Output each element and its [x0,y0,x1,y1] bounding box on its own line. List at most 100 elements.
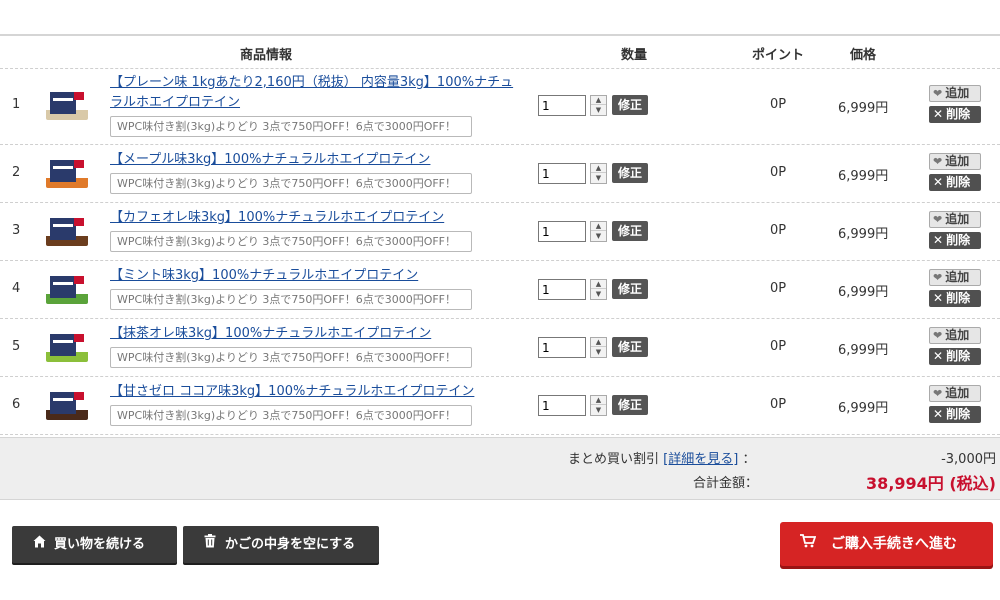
close-icon: ✕ [933,407,944,421]
product-title-link[interactable]: 【抹茶オレ味3kg】100%ナチュラルホエイプロテイン [110,324,530,344]
product-thumbnail [46,90,88,120]
table-header: 商品情報 数量 ポイント 価格 [0,36,1000,69]
details-link[interactable]: [詳細を見る] [663,452,738,467]
quantity-input[interactable] [538,337,586,358]
continue-shopping-button[interactable]: 買い物を続ける [12,526,177,563]
increment-icon[interactable]: ▲ [591,280,606,289]
add-to-favorites-button[interactable]: ❤ 追加 [929,85,981,102]
item-points: 0P [770,281,787,296]
increment-icon[interactable]: ▲ [591,164,606,173]
item-price: 6,999円 [838,169,889,184]
item-price: 6,999円 [838,227,889,242]
add-to-favorites-button[interactable]: ❤ 追加 [929,385,981,402]
home-icon [32,526,46,563]
discount-label: まとめ買い割引 [詳細を見る] ： [568,452,756,467]
decrement-icon[interactable]: ▼ [591,174,606,183]
heart-icon: ❤ [933,387,943,400]
product-title-link[interactable]: 【甘さゼロ ココア味3kg】100%ナチュラルホエイプロテイン [110,382,530,402]
promo-note: WPC味付き割(3kg)よりどり 3点で750円OFF！6点で3000円OFF！ [110,289,472,310]
update-quantity-button[interactable]: 修正 [612,395,648,415]
trash-icon [203,526,217,563]
row-number: 4 [12,281,21,296]
close-icon: ✕ [933,107,944,121]
decrement-icon[interactable]: ▼ [591,106,606,115]
cart-row: 2 【メープル味3kg】100%ナチュラルホエイプロテイン WPC味付き割(3k… [0,145,1000,203]
quantity-stepper[interactable]: ▲ ▼ [590,163,607,184]
promo-note: WPC味付き割(3kg)よりどり 3点で750円OFF！6点で3000円OFF！ [110,173,472,194]
decrement-icon[interactable]: ▼ [591,406,606,415]
quantity-stepper[interactable]: ▲ ▼ [590,279,607,300]
delete-item-button[interactable]: ✕ 削除 [929,106,981,123]
increment-icon[interactable]: ▲ [591,222,606,231]
product-thumbnail [46,158,88,188]
quantity-input[interactable] [538,95,586,116]
heart-icon: ❤ [933,329,943,342]
item-points: 0P [770,339,787,354]
cart-row: 5 【抹茶オレ味3kg】100%ナチュラルホエイプロテイン WPC味付き割(3k… [0,319,1000,377]
increment-icon[interactable]: ▲ [591,396,606,405]
update-quantity-button[interactable]: 修正 [612,163,648,183]
quantity-input[interactable] [538,279,586,300]
cart-row: 4 【ミント味3kg】100%ナチュラルホエイプロテイン WPC味付き割(3kg… [0,261,1000,319]
checkout-button[interactable]: ご購入手続きへ進む [780,522,993,566]
decrement-icon[interactable]: ▼ [591,290,606,299]
cart-row: 1 【プレーン味 1kgあたり2,160円（税抜） 内容量3kg】100%ナチュ… [0,69,1000,145]
cart-summary: まとめ買い割引 [詳細を見る] ： -3,000円 合計金額： 38,994円 … [0,437,1000,500]
delete-item-button[interactable]: ✕ 削除 [929,174,981,191]
header-point: ポイント [752,48,805,63]
update-quantity-button[interactable]: 修正 [612,95,648,115]
item-price: 6,999円 [838,285,889,300]
update-quantity-button[interactable]: 修正 [612,221,648,241]
cart-table: 商品情報 数量 ポイント 価格 1 【プレーン味 1kgあたり2,160円（税抜… [0,34,1000,435]
close-icon: ✕ [933,233,944,247]
product-title-link[interactable]: 【カフェオレ味3kg】100%ナチュラルホエイプロテイン [110,208,530,228]
promo-note: WPC味付き割(3kg)よりどり 3点で750円OFF！6点で3000円OFF！ [110,231,472,252]
update-quantity-button[interactable]: 修正 [612,337,648,357]
promo-note: WPC味付き割(3kg)よりどり 3点で750円OFF！6点で3000円OFF！ [110,347,472,368]
product-title-link[interactable]: 【ミント味3kg】100%ナチュラルホエイプロテイン [110,266,530,286]
total-label: 合計金額： [693,476,759,491]
decrement-icon[interactable]: ▼ [591,348,606,357]
promo-note: WPC味付き割(3kg)よりどり 3点で750円OFF！6点で3000円OFF！ [110,405,472,426]
delete-item-button[interactable]: ✕ 削除 [929,348,981,365]
quantity-stepper[interactable]: ▲ ▼ [590,395,607,416]
decrement-icon[interactable]: ▼ [591,232,606,241]
row-number: 2 [12,165,21,180]
quantity-stepper[interactable]: ▲ ▼ [590,95,607,116]
header-price: 価格 [850,48,877,63]
product-title-link[interactable]: 【メープル味3kg】100%ナチュラルホエイプロテイン [110,150,530,170]
item-points: 0P [770,397,787,412]
header-qty: 数量 [621,48,648,63]
update-quantity-button[interactable]: 修正 [612,279,648,299]
heart-icon: ❤ [933,155,943,168]
add-to-favorites-button[interactable]: ❤ 追加 [929,269,981,286]
add-to-favorites-button[interactable]: ❤ 追加 [929,211,981,228]
cart-rows: 1 【プレーン味 1kgあたり2,160円（税抜） 内容量3kg】100%ナチュ… [0,69,1000,435]
promo-note: WPC味付き割(3kg)よりどり 3点で750円OFF！6点で3000円OFF！ [110,116,472,137]
item-price: 6,999円 [838,401,889,416]
increment-icon[interactable]: ▲ [591,96,606,105]
product-thumbnail [46,390,88,420]
delete-item-button[interactable]: ✕ 削除 [929,232,981,249]
item-points: 0P [770,165,787,180]
heart-icon: ❤ [933,213,943,226]
delete-item-button[interactable]: ✕ 削除 [929,290,981,307]
heart-icon: ❤ [933,87,943,100]
row-number: 3 [12,223,21,238]
close-icon: ✕ [933,349,944,363]
cart-row: 6 【甘さゼロ ココア味3kg】100%ナチュラルホエイプロテイン WPC味付き… [0,377,1000,435]
quantity-input[interactable] [538,163,586,184]
total-value: 38,994円 (税込) [866,474,996,493]
empty-cart-button[interactable]: かごの中身を空にする [183,526,379,563]
quantity-stepper[interactable]: ▲ ▼ [590,221,607,242]
quantity-stepper[interactable]: ▲ ▼ [590,337,607,358]
product-title-link[interactable]: 【プレーン味 1kgあたり2,160円（税抜） 内容量3kg】100%ナチュラル… [110,73,520,113]
increment-icon[interactable]: ▲ [591,338,606,347]
delete-item-button[interactable]: ✕ 削除 [929,406,981,423]
product-thumbnail [46,216,88,246]
add-to-favorites-button[interactable]: ❤ 追加 [929,327,981,344]
quantity-input[interactable] [538,395,586,416]
quantity-input[interactable] [538,221,586,242]
close-icon: ✕ [933,175,944,189]
add-to-favorites-button[interactable]: ❤ 追加 [929,153,981,170]
